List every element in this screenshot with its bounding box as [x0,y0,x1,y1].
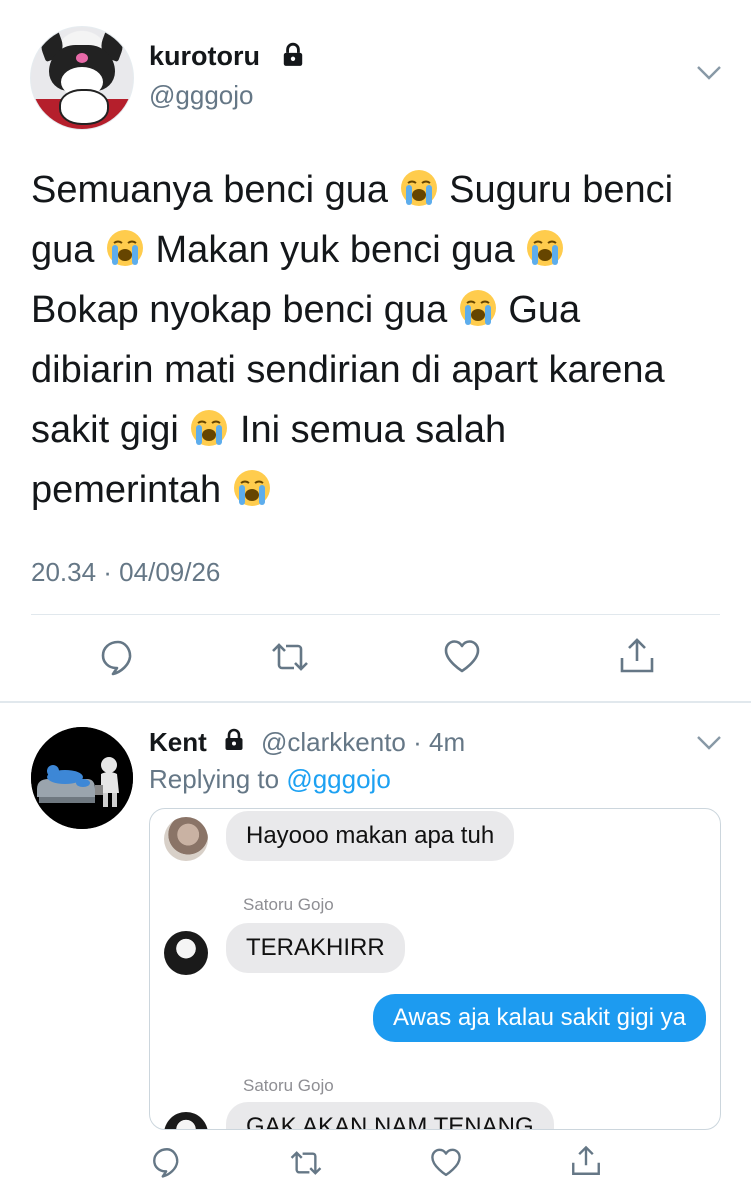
tweet-text-segment: Semuanya benci gua [31,169,399,211]
replying-handle-link[interactable]: @gggojo [286,764,390,794]
reply-display-name[interactable]: Kent [149,727,207,758]
attached-image[interactable]: Hayooo makan apa tuh Satoru Gojo TERAKHI… [149,808,721,1130]
tweet-text-line: Bokap nyokap benci gua Gua [31,280,731,340]
like-icon[interactable] [429,1146,463,1180]
tweet-text-segment: gua [31,229,105,271]
crying-face-emoji [233,470,270,506]
crying-face-emoji [459,290,496,326]
crying-face-emoji [527,230,564,266]
retweet-icon[interactable] [289,1146,323,1180]
chat-bubble-received: Hayooo makan apa tuh [226,811,515,861]
chevron-down-icon[interactable] [696,734,722,752]
tweet-text-line: sakit gigi Ini semua salah [31,400,731,460]
tweet-text-segment: dibiarin mati sendirian di apart karena [31,349,665,391]
divider [31,614,720,615]
share-icon[interactable] [617,636,657,676]
chat-bubble-sent: Awas aja kalau sakit gigi ya [372,994,706,1042]
tweet-text-segment: Makan yuk benci gua [144,229,526,271]
tweet-text-line: Semuanya benci gua Suguru benci [31,160,731,220]
reply-avatar[interactable] [31,727,133,829]
tweet-text-segment: pemerintah [31,469,232,511]
chevron-down-icon[interactable] [696,64,722,82]
tweet-text-segment: Suguru benci [438,169,674,211]
retweet-icon[interactable] [270,637,310,677]
reply-handle-time[interactable]: @clarkkento · 4m [261,727,465,758]
chat-sender-name: Satoru Gojo [243,1076,334,1095]
like-icon[interactable] [442,637,482,677]
chat-sender-name: Satoru Gojo [243,895,334,914]
tweet-timestamp[interactable]: 20.34 · 04/09/26 [31,557,220,588]
tweet-text-line: dibiarin mati sendirian di apart karena [31,340,731,400]
replying-to: Replying to @gggojo [149,764,391,795]
profile-avatar[interactable] [30,26,134,130]
chat-bubble-received: GAK AKAN NAM TENANG [226,1102,554,1129]
tweet-text-segment: Ini semua salah [229,409,507,451]
display-name[interactable]: kurotoru [149,41,260,72]
share-icon[interactable] [569,1144,603,1178]
tweet-text-segment: sakit gigi [31,409,190,451]
lock-icon [283,42,303,66]
tweet-text-line: pemerintah [31,460,731,520]
tweet-text: Semuanya benci gua Suguru benci gua Makan… [31,160,731,520]
user-handle[interactable]: @gggojo [149,80,253,111]
lock-icon [225,728,243,750]
crying-face-emoji [400,170,437,206]
chat-avatar [164,817,208,861]
tweet-text-segment: Bokap nyokap benci gua [31,289,458,331]
crying-face-emoji [106,230,143,266]
chat-avatar [164,931,208,975]
chat-bubble-received: TERAKHIRR [226,923,405,973]
tweet-text-segment: Gua [497,289,581,331]
reply-icon[interactable] [98,637,138,677]
chat-avatar [164,1112,208,1129]
crying-face-emoji [191,410,228,446]
replying-prefix: Replying to [149,764,287,794]
reply-icon[interactable] [150,1145,184,1179]
tweet-text-line: gua Makan yuk benci gua [31,220,731,280]
section-divider [0,701,751,703]
